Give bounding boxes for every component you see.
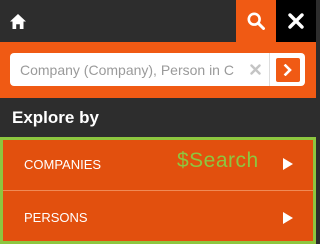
clear-icon xyxy=(249,64,261,75)
close-icon xyxy=(288,13,304,29)
search-toggle-button[interactable] xyxy=(236,0,276,42)
play-arrow-icon xyxy=(283,212,293,224)
search-panel xyxy=(0,42,316,98)
search-box xyxy=(10,53,269,86)
explore-item-companies[interactable]: COMPANIES $Search xyxy=(3,140,313,191)
explore-list: COMPANIES $Search PERSONS xyxy=(0,137,316,244)
chevron-right-icon xyxy=(283,63,292,76)
top-bar xyxy=(0,0,316,42)
clear-search-button[interactable] xyxy=(244,53,266,86)
explore-item-persons[interactable]: PERSONS xyxy=(3,192,313,244)
play-arrow-icon xyxy=(283,158,293,170)
search-overlay-label: $Search xyxy=(177,149,259,172)
search-submit-button[interactable] xyxy=(269,53,305,86)
search-submit-inner xyxy=(275,57,300,82)
search-input[interactable] xyxy=(10,53,240,86)
explore-item-label: COMPANIES xyxy=(24,157,102,172)
explore-by-heading: Explore by xyxy=(12,108,99,127)
explore-item-label: PERSONS xyxy=(24,210,88,225)
home-icon xyxy=(10,13,26,29)
search-icon xyxy=(247,12,265,30)
close-button[interactable] xyxy=(276,0,316,42)
home-button[interactable] xyxy=(0,0,36,42)
